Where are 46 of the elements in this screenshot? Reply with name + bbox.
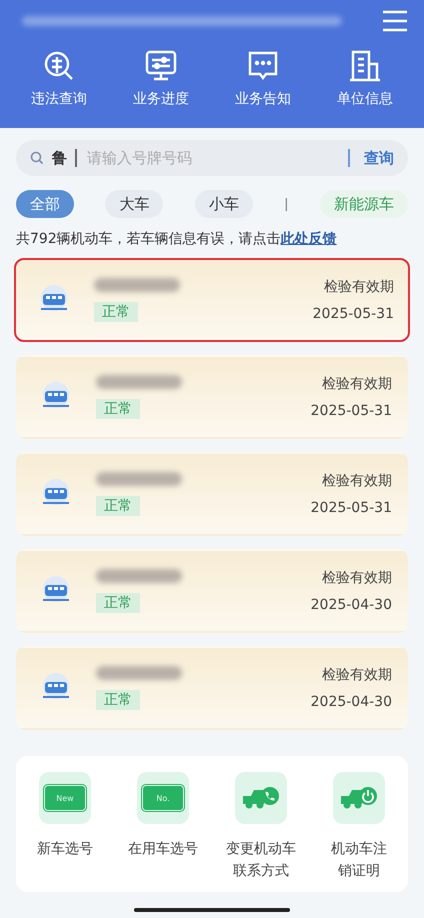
plate-text: New [56, 794, 74, 802]
service-label: 在用车选号 [128, 840, 198, 859]
search-field[interactable]: 鲁 请输入号牌号码 查询 [16, 140, 408, 176]
expiry-date: 2025-04-30 [310, 694, 392, 710]
status-tag: 正常 [96, 593, 140, 613]
service-item[interactable]: No. 在用车选号 [114, 772, 212, 882]
filter-chip[interactable]: 小车 [194, 190, 253, 218]
menu-icon[interactable] [382, 10, 408, 32]
vehicle-card[interactable]: 正常 检验有效期 2025-04-30 [16, 549, 408, 633]
nav-item[interactable]: 单位信息 [314, 48, 416, 108]
expiry-label: 检验有效期 [322, 375, 392, 393]
vehicle-card[interactable]: 正常 检验有效期 2025-04-30 [16, 646, 408, 730]
expiry-date: 2025-05-31 [310, 500, 392, 516]
vehicle-card[interactable]: 正常 检验有效期 2025-05-31 [16, 452, 408, 536]
vehicle-card[interactable]: 正常 检验有效期 2025-05-31 [16, 355, 408, 439]
filter-divider: | [284, 196, 289, 212]
status-tag: 正常 [96, 496, 140, 516]
nav-item[interactable]: 违法查询 [8, 48, 110, 108]
expiry-date: 2025-05-31 [310, 403, 392, 419]
search-icon [30, 151, 44, 165]
expiry-label: 检验有效期 [322, 666, 392, 684]
vehicle-card[interactable]: 正常 检验有效期 2025-05-31 [14, 258, 410, 342]
expiry-date: 2025-05-31 [312, 306, 394, 322]
query-button[interactable]: 查询 [348, 149, 394, 167]
service-item[interactable]: New 新车选号 [16, 772, 114, 882]
service-label: 机动车注 销证明 [331, 840, 387, 881]
plate-input[interactable]: 请输入号牌号码 [85, 148, 340, 168]
service-item[interactable]: 机动车注 销证明 [310, 772, 408, 882]
nav-item[interactable]: 业务告知 [212, 48, 314, 108]
status-tag: 正常 [96, 399, 140, 419]
building-icon [347, 48, 383, 84]
service-item[interactable]: 变更机动车 联系方式 [212, 772, 310, 882]
expiry-label: 检验有效期 [324, 278, 394, 296]
feedback-link[interactable]: 此处反馈 [280, 231, 337, 247]
status-tag: 正常 [96, 690, 140, 710]
expiry-label: 检验有效期 [322, 569, 392, 587]
status-tag: 正常 [94, 302, 138, 322]
service-label: 新车选号 [37, 840, 93, 859]
province-selector[interactable]: 鲁 [52, 149, 77, 167]
expiry-label: 检验有效期 [322, 472, 392, 490]
filter-chip[interactable]: 大车 [105, 190, 164, 218]
service-label: 变更机动车 联系方式 [226, 840, 296, 881]
expiry-date: 2025-04-30 [310, 597, 392, 613]
nav-item[interactable]: 业务进度 [110, 48, 212, 108]
vehicle-summary: 共792辆机动车，若车辆信息有误，请点击此处反馈 [16, 230, 338, 248]
plate-text: No. [156, 794, 170, 802]
